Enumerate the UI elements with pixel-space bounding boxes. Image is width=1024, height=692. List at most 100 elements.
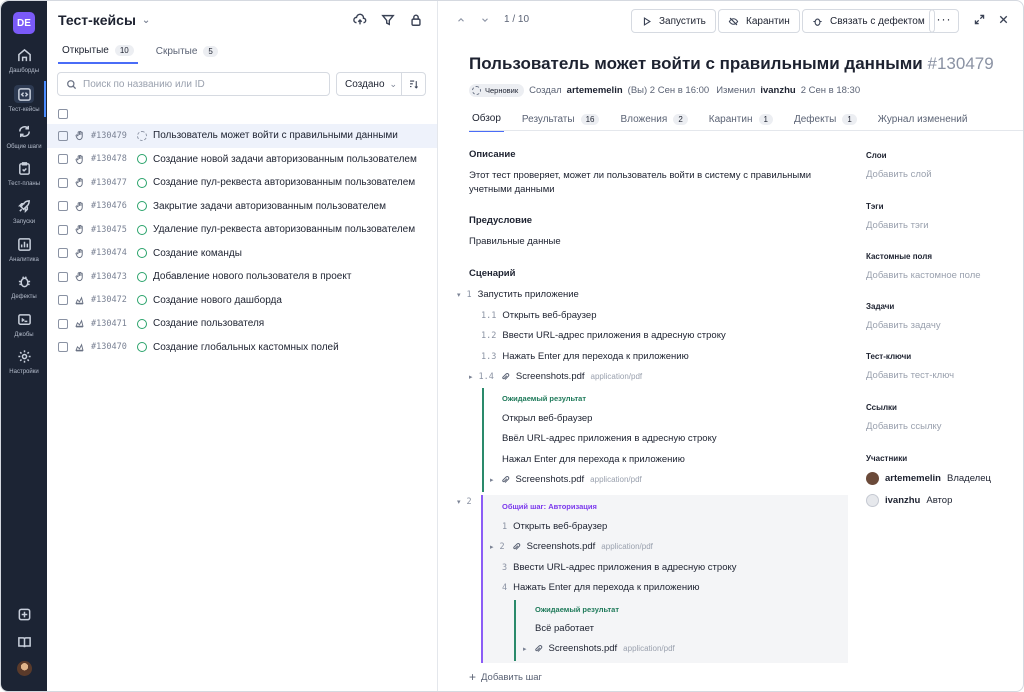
caret-down-icon[interactable]: ▾ [457,291,461,299]
editor-link[interactable]: ivanzhu [760,85,795,96]
table-row[interactable]: #130476 Закрытие задачи авторизованным по… [47,195,437,219]
chevron-up-icon[interactable] [456,15,466,25]
caret-down-icon[interactable]: ▾ [457,498,461,506]
run-button[interactable]: Запустить [631,9,716,33]
row-checkbox[interactable] [58,154,68,165]
table-row[interactable]: #130470 Создание глобальных кастомных пол… [47,336,437,360]
table-row[interactable]: #130473 Добавление нового пользователя в … [47,265,437,289]
link-defect-button[interactable]: Связать с дефектом [802,9,935,33]
test-case-number: #130479 [927,54,994,73]
step-1-2[interactable]: 1.2 Ввести URL-адрес приложения в адресн… [481,330,726,341]
step-2[interactable]: ▾ 2 [457,497,472,507]
tab-detail-3[interactable]: Карантин 1 [706,112,776,132]
active-status-icon [137,201,147,212]
shared-step-1[interactable]: 1 Открыть веб-браузер [502,521,607,532]
quarantine-button[interactable]: Карантин [718,9,800,33]
lock-icon[interactable] [409,13,423,27]
step-1-3[interactable]: 1.3 Нажать Enter для перехода к приложен… [481,351,689,362]
add-task-link[interactable]: Добавить задачу [866,320,941,331]
table-row[interactable]: #130479 Пользователь может войти с правил… [47,124,437,148]
nav-dashboards[interactable]: Дашборды [1,46,47,74]
sort-select[interactable]: Создано ⌄ [336,72,426,96]
nav-user[interactable] [1,661,47,676]
clipboard-icon [18,161,30,175]
nav-defects[interactable]: Дефекты [1,272,47,300]
tab-detail-4[interactable]: Дефекты 1 [791,112,860,132]
table-row[interactable]: #130471 Создание пользователя [47,312,437,336]
creator-link[interactable]: artememelin [567,85,623,96]
row-name: Закрытие задачи авторизованным пользоват… [153,200,386,212]
step-1[interactable]: ▾ 1 Запустить приложение [457,289,579,300]
add-test-key-link[interactable]: Добавить тест-ключ [866,370,954,381]
scenario-heading: Сценарий [469,268,516,279]
table-row[interactable]: #130475 Удаление пул-реквеста авторизован… [47,218,437,242]
tab-detail-0[interactable]: Обзор [469,112,504,132]
list-title[interactable]: Тест-кейсы ⌄ [58,12,150,28]
row-checkbox[interactable] [58,130,68,141]
nav-jobs[interactable]: Джобы [1,310,47,338]
table-row[interactable]: #130478 Создание новой задачи авторизован… [47,148,437,172]
caret-right-icon[interactable]: ▸ [490,476,494,484]
tab-detail-5[interactable]: Журнал изменений [875,112,971,132]
active-status-icon [137,154,147,165]
tab-detail-2[interactable]: Вложения 2 [617,112,690,132]
expand-button[interactable] [973,13,986,31]
row-checkbox[interactable] [58,201,68,212]
chevron-down-icon[interactable] [480,15,490,25]
table-row[interactable]: #130477 Создание пул-реквеста авторизован… [47,171,437,195]
shared-step-3[interactable]: 3 Ввести URL-адрес приложения в адресную… [502,562,737,573]
nav-add[interactable] [1,605,47,623]
caret-right-icon[interactable]: ▸ [523,645,527,653]
upload-icon[interactable] [353,13,367,27]
member-author[interactable]: ivanzhu Автор [866,494,952,507]
tab-hidden[interactable]: Скрытые 5 [152,43,222,64]
add-tags-link[interactable]: Добавить тэги [866,220,929,231]
search-input[interactable]: Поиск по названию или ID [57,72,330,96]
step-1-4-attachment[interactable]: ▸ 1.4 Screenshots.pdf application/pdf [469,371,642,382]
expected-attachment[interactable]: ▸ Screenshots.pdf application/pdf [490,474,642,485]
row-checkbox[interactable] [58,318,68,329]
members-heading: Участники [866,454,908,463]
eye-off-icon [728,17,739,25]
select-all-checkbox[interactable] [58,109,68,119]
more-button[interactable]: ··· [929,9,959,33]
add-layer-link[interactable]: Добавить слой [866,169,932,180]
nav-test-plans[interactable]: Тест-планы [1,159,47,187]
tab-detail-1[interactable]: Результаты 16 [519,112,603,132]
add-custom-field-link[interactable]: Добавить кастомное поле [866,270,981,281]
workspace-avatar[interactable]: DE [13,12,35,34]
row-checkbox[interactable] [58,224,68,235]
step-1-1[interactable]: 1.1 Открыть веб-браузер [481,310,597,321]
test-case-detail: 1 / 10 Запустить Карантин Связать с дефе… [438,1,1023,691]
caret-right-icon[interactable]: ▸ [490,543,494,551]
table-row[interactable]: #130472 Создание нового дашборда [47,289,437,313]
row-checkbox[interactable] [58,271,68,282]
status-badge[interactable]: Черновик [469,84,525,97]
close-button[interactable] [997,13,1010,31]
row-checkbox[interactable] [58,177,68,188]
nav-analytics[interactable]: Аналитика [1,235,47,263]
shared-step-4[interactable]: 4 Нажать Enter для перехода к приложению [502,582,700,593]
row-checkbox[interactable] [58,342,68,353]
nav-launches[interactable]: Запуски [1,197,47,225]
caret-right-icon[interactable]: ▸ [469,373,473,381]
nav-settings[interactable]: Настройки [1,347,47,375]
add-link-link[interactable]: Добавить ссылку [866,421,942,432]
shared-expected-attachment[interactable]: ▸ Screenshots.pdf application/pdf [523,643,675,654]
nav-shared-steps[interactable]: Общие шаги [1,122,47,150]
list-tabs: Открытые 10 Скрытые 5 [58,43,222,64]
shared-step-label[interactable]: Общий шаг: Авторизация [502,502,597,511]
table-row[interactable]: #130474 Создание команды [47,242,437,266]
row-checkbox[interactable] [58,295,68,306]
shared-step-2-attachment[interactable]: ▸ 2 Screenshots.pdf application/pdf [490,541,653,552]
nav-test-cases[interactable]: Тест-кейсы [1,85,47,113]
paperclip-icon [512,542,520,550]
member-owner[interactable]: artememelin Владелец [866,472,991,485]
row-checkbox[interactable] [58,248,68,259]
nav-docs[interactable] [1,633,47,651]
add-step-button[interactable]: + Добавить шаг [469,670,542,684]
automated-test-icon [75,319,84,328]
tab-open[interactable]: Открытые 10 [58,43,138,64]
filter-icon[interactable] [381,13,395,27]
sort-direction-button[interactable] [401,73,425,95]
